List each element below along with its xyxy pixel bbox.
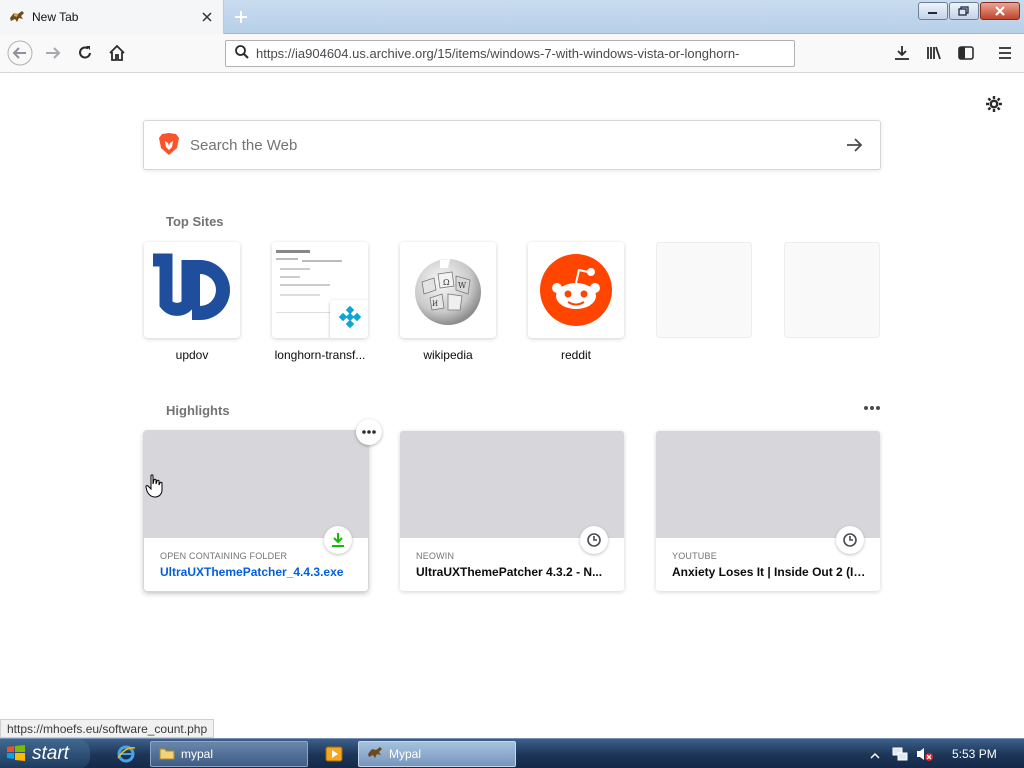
hand-pointer-cursor-icon [145,474,163,498]
media-player-icon[interactable] [324,744,344,764]
web-search-box[interactable]: Search the Web [143,120,881,170]
reddit-alien-icon [528,242,624,338]
arrow-right-icon[interactable] [834,125,874,165]
top-site-label: longhorn-transf... [274,348,366,362]
network-icon[interactable] [892,746,908,765]
card-title: Anxiety Loses It | Inside Out 2 (In... [672,565,868,579]
windows-logo-icon [6,744,26,765]
library-icon[interactable] [920,39,948,67]
internet-explorer-icon[interactable] [116,744,136,764]
system-tray [864,739,1024,768]
start-label: start [32,743,69,764]
folder-icon [159,746,175,763]
page-thumbnail [272,242,368,338]
card-source: YOUTUBE [672,551,717,561]
volume-muted-icon[interactable] [916,746,934,765]
tab-title: New Tab [32,10,79,24]
top-site-reddit[interactable]: reddit [528,242,624,362]
forward-arrow-icon[interactable] [39,39,67,67]
search-placeholder: Search the Web [190,136,298,154]
top-site-wikipedia[interactable]: Ω W И wikipedia [400,242,496,362]
start-button[interactable]: start [0,739,90,768]
mypal-app-icon [367,746,383,763]
top-site-empty-slot[interactable] [656,242,752,348]
back-arrow-icon[interactable] [6,39,34,67]
taskbar-item-label: Mypal [389,747,422,761]
show-hidden-icons-chevron-icon[interactable] [870,749,880,763]
wikipedia-globe-icon: Ω W И [400,242,496,338]
clock-icon [836,526,864,554]
tab-strip: New Tab [0,0,1024,34]
taskbar-item-mypal-folder[interactable]: mypal [150,741,308,767]
window-close-icon[interactable] [980,2,1020,20]
new-tab-plus-icon[interactable] [229,5,253,29]
empty-tile [784,242,880,338]
card-title: UltraUXThemePatcher_4.4.3.exe [160,565,344,579]
menu-hamburger-icon[interactable] [991,39,1019,67]
navigation-toolbar: https://ia904604.us.archive.org/15/items… [0,34,1024,73]
minimize-icon[interactable] [918,2,948,20]
windows-taskbar: start mypal Mypal 5:53 PM [0,738,1024,768]
card-source: OPEN CONTAINING FOLDER [160,551,288,561]
link-status-bar: https://mhoefs.eu/software_count.php [0,719,215,738]
top-site-updov[interactable]: updov [144,242,240,362]
card-thumbnail [144,431,368,538]
svg-text:И: И [432,300,438,308]
diamond-logo-icon [330,300,368,338]
svg-text:Ω: Ω [443,278,450,287]
taskbar-clock[interactable]: 5:53 PM [952,747,997,761]
updov-logo-icon [144,242,240,338]
url-text: https://ia904604.us.archive.org/15/items… [256,46,740,61]
svg-text:W: W [458,281,467,290]
brave-lion-icon [158,132,180,159]
highlight-card[interactable]: YOUTUBE Anxiety Loses It | Inside Out 2 … [656,431,880,591]
card-thumbnail [656,431,880,538]
top-site-label: updov [175,348,209,362]
card-source: NEOWIN [416,551,455,561]
top-sites-heading: Top Sites [166,214,224,229]
tab-close-icon[interactable] [197,7,217,27]
mypal-favicon-icon [9,10,25,24]
search-icon [234,44,250,63]
sidebar-icon[interactable] [952,39,980,67]
clock-icon [580,526,608,554]
section-more-options-icon[interactable] [860,399,884,417]
card-title: UltraUXThemePatcher 4.3.2 - N... [416,565,603,579]
restore-icon[interactable] [949,2,979,20]
tab-new-tab[interactable]: New Tab [0,0,224,34]
highlight-card[interactable]: OPEN CONTAINING FOLDER UltraUXThemePatch… [144,431,368,591]
top-site-label: wikipedia [423,348,473,362]
downloads-icon[interactable] [888,39,916,67]
window-controls [918,2,1020,20]
top-site-empty-slot[interactable] [784,242,880,348]
empty-tile [656,242,752,338]
top-site-label: reddit [560,348,592,362]
home-icon[interactable] [103,39,131,67]
highlight-card[interactable]: NEOWIN UltraUXThemePatcher 4.3.2 - N... [400,431,624,591]
taskbar-item-mypal-browser[interactable]: Mypal [358,741,516,767]
url-bar[interactable]: https://ia904604.us.archive.org/15/items… [225,40,795,67]
card-context-menu-icon[interactable] [356,419,382,445]
card-thumbnail [400,431,624,538]
download-icon [324,526,352,554]
top-site-longhorn[interactable]: longhorn-transf... [272,242,368,362]
gear-icon[interactable] [984,94,1004,114]
reload-icon[interactable] [71,39,99,67]
highlights-heading: Highlights [166,403,230,418]
taskbar-item-label: mypal [181,747,214,761]
